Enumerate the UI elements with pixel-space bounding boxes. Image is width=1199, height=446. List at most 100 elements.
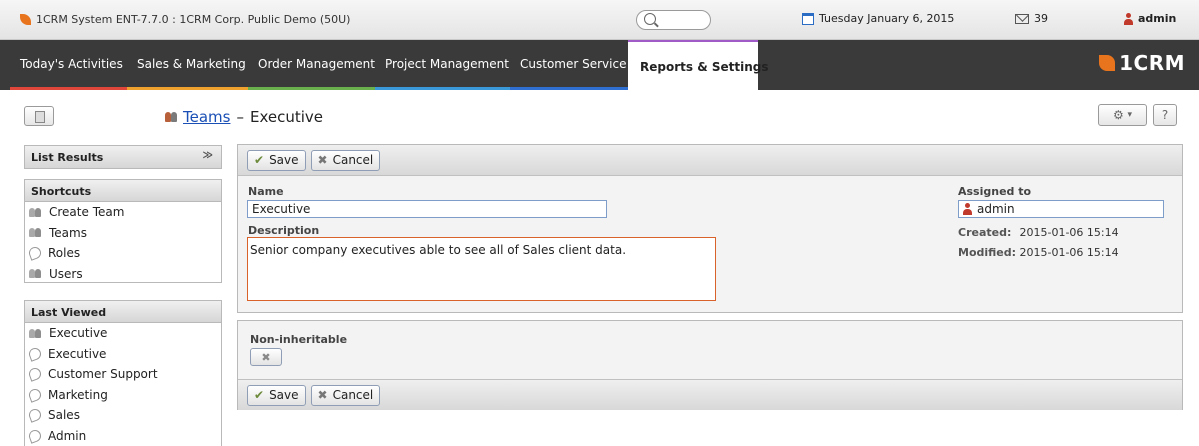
last-viewed-item[interactable]: Sales xyxy=(25,405,221,426)
tab-color-bar xyxy=(127,87,256,90)
tab-label: Reports & Settings xyxy=(640,60,769,74)
last-viewed-title: Last Viewed xyxy=(31,306,107,319)
help-button[interactable]: ? xyxy=(1153,104,1177,126)
logo-icon xyxy=(20,14,31,25)
main-nav: Today's Activities Sales & Marketing Ord… xyxy=(0,40,1199,92)
user-menu[interactable]: admin xyxy=(1124,12,1176,25)
brand-logo: 1CRM xyxy=(1099,51,1185,75)
save-button[interactable]: ✔ Save xyxy=(247,384,306,406)
last-viewed-label: Admin xyxy=(48,428,87,443)
assigned-to-label: Assigned to xyxy=(958,185,1032,198)
shortcuts-panel: Shortcuts Create Team Teams Roles Users xyxy=(24,179,222,283)
last-viewed-label: Executive xyxy=(49,326,108,341)
last-viewed-panel: Last Viewed Executive Executive Customer… xyxy=(24,300,222,446)
non-inheritable-label: Non-inheritable xyxy=(250,333,348,346)
created-info: Created: 2015-01-06 15:14 xyxy=(958,226,1119,239)
user-icon xyxy=(963,203,972,215)
cancel-label: Cancel xyxy=(332,388,374,402)
global-search-input[interactable] xyxy=(636,10,711,30)
role-icon xyxy=(27,387,43,403)
form-toolbar-top: ✔ Save ✖ Cancel xyxy=(238,145,1182,176)
shortcut-teams[interactable]: Teams xyxy=(25,223,221,244)
settings-menu-button[interactable]: ⚙ ▾ xyxy=(1098,104,1147,126)
assigned-to-field[interactable]: admin xyxy=(958,200,1164,218)
role-icon xyxy=(27,407,43,423)
gear-icon: ⚙ xyxy=(1112,108,1124,122)
options-panel: Non-inheritable ✖ ✔ Save ✖ Cancel xyxy=(237,320,1183,410)
tab-label: Sales & Marketing xyxy=(137,57,246,71)
tab-order-management[interactable]: Order Management xyxy=(248,40,385,90)
name-field[interactable]: Executive xyxy=(247,200,607,218)
system-bar: 1CRM System ENT-7.7.0 : 1CRM Corp. Publi… xyxy=(0,0,1199,40)
modified-label: Modified: xyxy=(958,246,1017,259)
description-field[interactable]: Senior company executives able to see al… xyxy=(247,237,716,301)
users-icon xyxy=(29,268,42,279)
checkmark-icon: ✔ xyxy=(254,153,265,167)
list-results-title: List Results xyxy=(31,151,104,164)
sidebar-toggle-button[interactable] xyxy=(24,106,54,126)
calendar-icon xyxy=(802,12,814,25)
last-viewed-item[interactable]: Marketing xyxy=(25,385,221,406)
last-viewed-item[interactable]: Customer Support xyxy=(25,364,221,385)
shortcut-users[interactable]: Users xyxy=(25,264,221,285)
tab-project-management[interactable]: Project Management xyxy=(375,40,519,90)
save-label: Save xyxy=(269,388,299,402)
modified-value: 2015-01-06 15:14 xyxy=(1019,246,1119,259)
last-viewed-item[interactable]: Executive xyxy=(25,344,221,365)
non-inheritable-toggle[interactable]: ✖ xyxy=(250,348,282,366)
team-icon xyxy=(29,328,42,339)
chevron-down-icon: ≫ xyxy=(202,150,213,161)
modified-info: Modified: 2015-01-06 15:14 xyxy=(958,246,1119,259)
form-toolbar-bottom: ✔ Save ✖ Cancel xyxy=(238,379,1182,410)
shortcuts-title: Shortcuts xyxy=(31,185,92,198)
tab-color-bar xyxy=(10,87,133,90)
user-name: admin xyxy=(1138,12,1177,25)
logo-icon xyxy=(1099,55,1116,71)
brand-text: 1CRM xyxy=(1119,51,1185,75)
last-viewed-label: Marketing xyxy=(48,387,108,402)
role-icon xyxy=(27,245,43,261)
shortcut-label: Create Team xyxy=(49,205,125,220)
name-label: Name xyxy=(248,185,284,198)
chevron-down-icon: ▾ xyxy=(1127,110,1133,120)
list-results-header[interactable]: List Results ≫ xyxy=(25,146,221,168)
shortcut-label: Teams xyxy=(49,225,87,240)
cancel-button[interactable]: ✖ Cancel xyxy=(310,384,381,406)
close-icon: ✖ xyxy=(317,388,328,402)
last-viewed-label: Customer Support xyxy=(48,367,158,382)
current-date-text: Tuesday January 6, 2015 xyxy=(819,12,955,25)
list-results-panel[interactable]: List Results ≫ xyxy=(24,145,222,169)
breadcrumb-teams-link[interactable]: Teams xyxy=(183,108,230,126)
help-icon: ? xyxy=(1161,108,1169,122)
shortcut-label: Roles xyxy=(48,246,81,261)
mail-notifications[interactable]: 39 xyxy=(1015,12,1048,25)
save-label: Save xyxy=(269,153,299,167)
last-viewed-header: Last Viewed xyxy=(25,301,221,323)
close-icon: ✖ xyxy=(317,153,328,167)
last-viewed-item[interactable]: Admin xyxy=(25,426,221,446)
current-date[interactable]: Tuesday January 6, 2015 xyxy=(802,12,954,25)
tab-label: Today's Activities xyxy=(20,57,123,71)
shortcut-create-team[interactable]: Create Team xyxy=(25,202,221,223)
last-viewed-label: Sales xyxy=(48,408,80,423)
page-title: Teams – Executive xyxy=(165,108,323,126)
tab-customer-service[interactable]: Customer Service xyxy=(510,40,637,90)
tab-reports-settings[interactable]: Reports & Settings xyxy=(628,40,768,92)
cancel-label: Cancel xyxy=(332,153,374,167)
shortcut-roles[interactable]: Roles xyxy=(25,243,221,264)
shortcuts-header: Shortcuts xyxy=(25,180,221,202)
tab-color-bar xyxy=(248,87,385,90)
mail-count: 39 xyxy=(1034,12,1048,25)
breadcrumb-separator: – xyxy=(236,108,244,126)
tab-label: Order Management xyxy=(258,57,375,71)
tab-todays-activities[interactable]: Today's Activities xyxy=(10,40,133,90)
last-viewed-label: Executive xyxy=(48,346,107,361)
role-icon xyxy=(27,346,43,362)
tab-sales-marketing[interactable]: Sales & Marketing xyxy=(127,40,256,90)
edit-form-panel: ✔ Save ✖ Cancel Name Executive Descripti… xyxy=(237,144,1183,313)
created-value: 2015-01-06 15:14 xyxy=(1019,226,1119,239)
last-viewed-item[interactable]: Executive xyxy=(25,323,221,344)
cancel-button[interactable]: ✖ Cancel xyxy=(310,149,381,171)
tab-label: Customer Service xyxy=(520,57,627,71)
save-button[interactable]: ✔ Save xyxy=(247,149,306,171)
